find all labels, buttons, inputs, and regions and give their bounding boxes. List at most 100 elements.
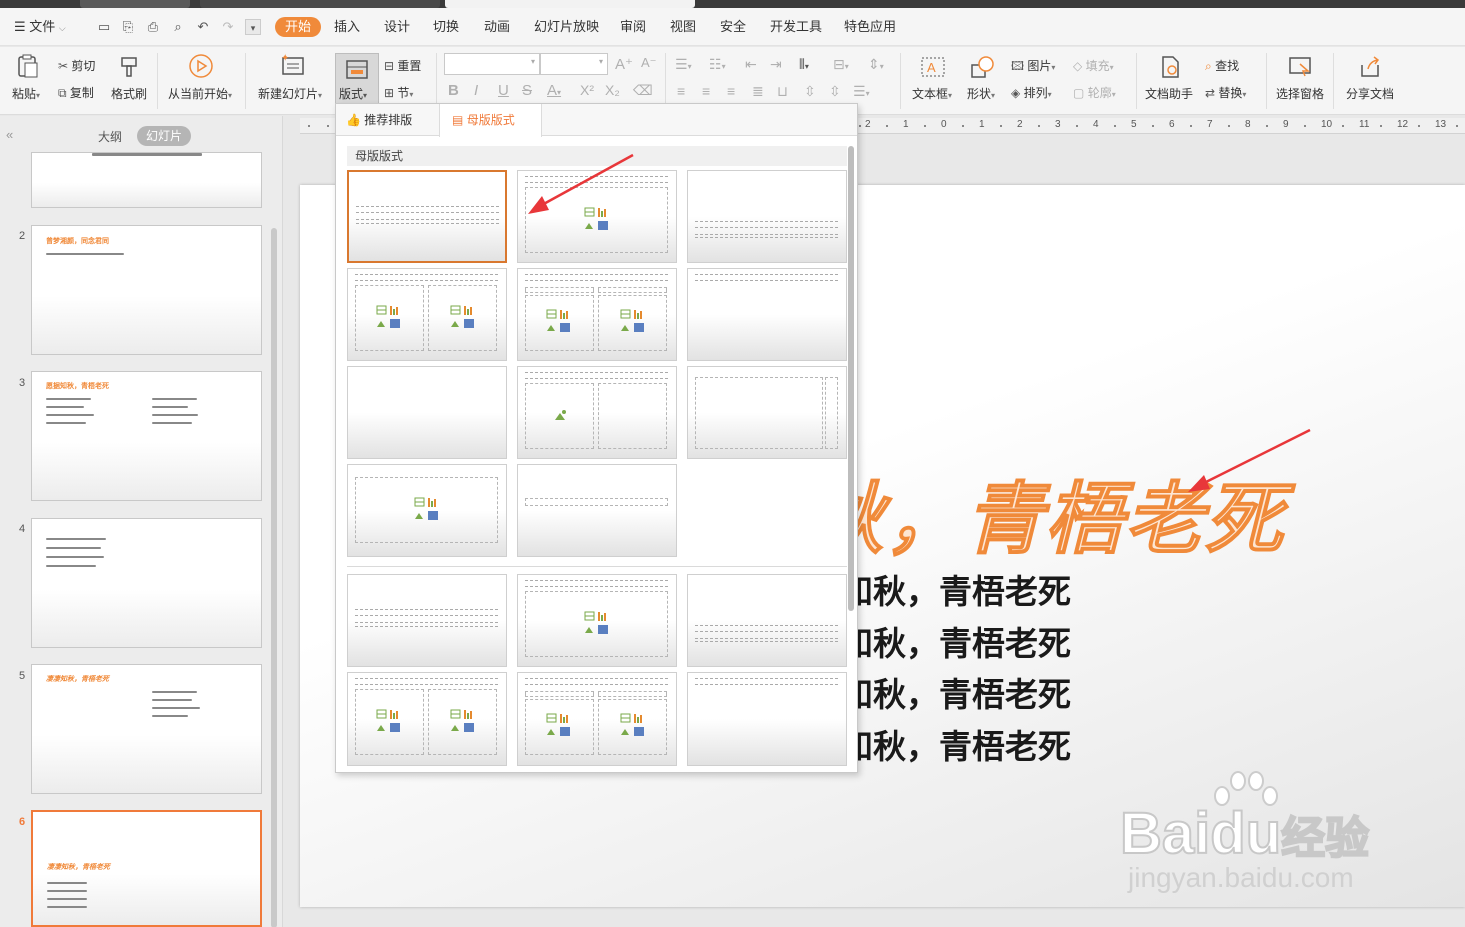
tab-design[interactable]: 设计 [384,8,410,46]
customize-quick-access-icon[interactable]: ▾ [245,19,261,35]
slide-body-line[interactable]: 知秋，青梧老死 [840,565,1071,613]
increase-indent-icon[interactable]: ⇥ [770,56,782,73]
text-direction-icon[interactable]: ⫴▾ [799,56,809,73]
slide-thumbnail-4[interactable] [31,518,262,648]
grow-font-icon[interactable]: A⁺ [615,55,633,73]
align-center-icon[interactable]: ≡ [702,83,710,99]
layout-option-compare[interactable] [517,672,677,766]
font-color-icon[interactable]: A▾ [547,82,561,99]
layout-option-title[interactable] [347,574,507,667]
outline-tab[interactable]: 大纲 [98,128,122,145]
slide-number: 4 [19,523,26,535]
layout-option-compare[interactable] [517,268,677,361]
new-slide-icon: ✦ [281,53,304,75]
tab-review[interactable]: 审阅 [620,8,646,46]
doc-tab-active[interactable] [445,0,695,8]
print-icon[interactable]: ⎙ [145,19,161,35]
tab-special-apps[interactable]: 特色应用 [844,8,896,46]
tab-view[interactable]: 视图 [670,8,696,46]
print-preview-icon[interactable]: ⌕ [170,19,186,35]
slide-thumbnail-1[interactable] [31,152,262,208]
layout-option-blank[interactable] [347,366,507,459]
tab-slideshow[interactable]: 幻灯片放映 [534,8,599,46]
slide-body-line[interactable]: 知秋，青梧老死 [840,617,1071,665]
layout-option-media[interactable] [347,464,507,557]
layout-option-centerline[interactable] [517,464,677,557]
copy-button[interactable]: ⧉ 复制 [58,84,94,101]
reset-button[interactable]: ⊟ 重置 [384,57,421,74]
align-text-icon[interactable]: ⊟▾ [833,56,849,73]
slides-tab[interactable]: 幻灯片 [137,126,192,146]
layout-option-picture[interactable] [517,366,677,459]
doc-tab[interactable] [200,0,440,8]
picture-button[interactable]: 🖾 图片▾ [1011,57,1055,78]
slide-thumbnail-5[interactable]: 凄凄知秋，青梧老死 [31,664,262,794]
bullet-list-icon[interactable]: ☰▾ [675,56,692,73]
layout-button[interactable]: 版式▾ [335,53,379,109]
slide-thumbnail-3[interactable]: 愿据知秋，青梧老死 [31,371,262,501]
clear-format-icon[interactable]: ⌫ [633,82,653,99]
line-spacing-icon[interactable]: ⇕▾ [868,56,884,73]
layout-option-content[interactable] [517,574,677,667]
brush-icon [121,57,137,77]
layout-option-title[interactable] [347,170,507,263]
tab-transition[interactable]: 切换 [433,8,459,46]
tab-insert[interactable]: 插入 [334,8,360,46]
layout-option-titleonly[interactable] [687,268,847,361]
thumb-text-line [46,406,84,408]
decrease-indent-icon[interactable]: ⇤ [745,56,757,73]
align-left-icon[interactable]: ≡ [677,83,685,99]
fill-button[interactable]: ◇ 填充▾ [1073,57,1114,74]
numbered-list-icon[interactable]: ☷▾ [709,56,726,73]
shrink-font-icon[interactable]: A⁻ [641,55,657,71]
ruler-tick [1342,125,1344,127]
section-button[interactable]: ⊞ 节▾ [384,84,413,101]
find-button[interactable]: ⌕ 查找 [1205,57,1239,74]
panel-scrollbar[interactable] [271,228,277,927]
subscript-icon[interactable]: X₂ [605,82,620,98]
collapse-panel-icon[interactable]: « [6,127,13,142]
columns-icon[interactable]: ⇳ [829,83,841,100]
distribute-icon[interactable]: ⊔ [777,83,788,100]
align-right-icon[interactable]: ≡ [727,83,735,99]
undo-icon[interactable]: ↶ [195,19,211,35]
placeholder-title [525,580,668,587]
tab-recommended-layout[interactable]: 👍 推荐排版 [346,104,412,136]
layout-option-two[interactable] [347,268,507,361]
bold-icon[interactable]: B [448,82,459,99]
slide-body-line[interactable]: 知秋，青梧老死 [840,720,1071,768]
superscript-icon[interactable]: X² [580,82,594,98]
paragraph-spacing-icon[interactable]: ⇳ [804,83,816,100]
layout-option-titleonly[interactable] [687,672,847,766]
save-icon[interactable]: ▭ [96,19,112,35]
dropdown-scrollbar[interactable] [848,146,854,611]
slide-thumbnail-2[interactable]: 曾梦湘颜，同念君同 [31,225,262,355]
export-icon[interactable]: ⎘ [120,19,136,35]
slide-thumbnail-6[interactable]: 凄凄知秋，青梧老死 [31,810,262,927]
italic-icon[interactable]: I [474,82,478,99]
layout-option-section[interactable] [687,574,847,667]
cut-button[interactable]: ✂ 剪切 [58,57,95,74]
font-name-select[interactable]: ▾ [444,53,540,75]
doc-tab[interactable] [80,0,190,8]
font-size-select[interactable]: ▾ [540,53,608,75]
justify-icon[interactable]: ≣ [752,83,764,100]
tab-security[interactable]: 安全 [720,8,746,46]
redo-icon[interactable]: ↷ [220,19,236,35]
outline-button[interactable]: ▢ 轮廓▾ [1073,84,1116,101]
smart-art-icon[interactable]: ☰▾ [853,83,870,100]
arrange-button[interactable]: ◈ 排列▾ [1011,84,1052,101]
thumb-text-line [152,398,197,400]
file-menu[interactable]: ☰ 文件 ⌵ [14,8,66,46]
tab-animation[interactable]: 动画 [484,8,510,46]
underline-icon[interactable]: U [498,82,509,99]
slide-body-line[interactable]: 知秋，青梧老死 [840,668,1071,716]
layout-option-two[interactable] [347,672,507,766]
tab-home[interactable]: 开始 [275,17,322,37]
layout-option-vertical[interactable] [687,366,847,459]
tab-developer[interactable]: 开发工具 [770,8,822,46]
strikethrough-icon[interactable]: S [522,82,532,99]
tab-master-layout[interactable]: ▤ 母版版式 [439,104,542,137]
layout-option-section[interactable] [687,170,847,263]
replace-button[interactable]: ⇄ 替换▾ [1205,84,1246,101]
